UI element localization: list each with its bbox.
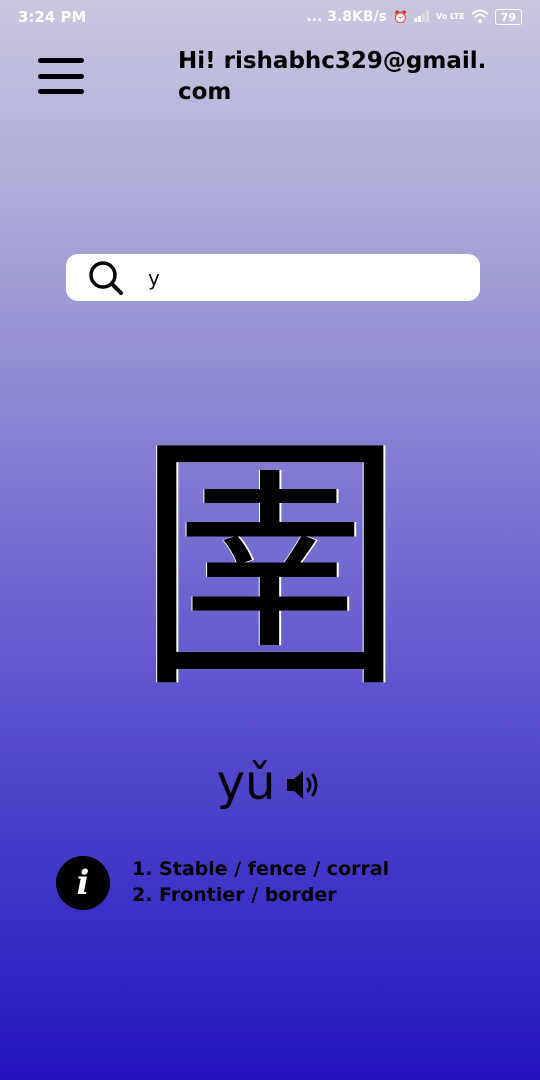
menu-bar: [38, 73, 84, 79]
hanzi-character: 圉: [135, 410, 405, 725]
search-icon[interactable]: [88, 260, 124, 296]
definition-item: 1. Stable / fence / corral: [132, 858, 390, 880]
status-time: 3:24 PM: [18, 8, 87, 26]
pinyin-text: yǔ: [216, 755, 276, 811]
status-bar: 3:24 PM ... 3.8KB/s ⏰ Vo LTE 79: [0, 0, 540, 34]
battery-icon: 79: [494, 9, 522, 25]
search-input[interactable]: [148, 265, 448, 290]
speaker-icon[interactable]: [285, 768, 323, 802]
battery-level: 79: [500, 10, 516, 24]
greeting-text: Hi! rishabhc329@gmail.com: [178, 48, 487, 105]
menu-icon[interactable]: [38, 58, 84, 94]
network-speed: ... 3.8KB/s: [306, 9, 387, 25]
menu-bar: [38, 58, 84, 63]
definitions-list: 1. Stable / fence / corral 2. Frontier /…: [132, 856, 512, 908]
menu-bar: [38, 89, 84, 94]
search-bar[interactable]: [66, 254, 480, 301]
definition-item: 2. Frontier / border: [132, 884, 337, 906]
character-display: 圉: [130, 408, 410, 728]
wifi-icon: [471, 9, 489, 26]
alarm-icon: ⏰: [393, 10, 408, 24]
signal-icon: [413, 9, 430, 25]
volte-label: Vo LTE: [435, 12, 465, 21]
info-glyph: i: [76, 863, 90, 903]
info-icon[interactable]: i: [56, 856, 110, 910]
status-icons: ... 3.8KB/s ⏰ Vo LTE 79: [306, 9, 522, 26]
pronunciation-row: yǔ: [0, 752, 540, 814]
